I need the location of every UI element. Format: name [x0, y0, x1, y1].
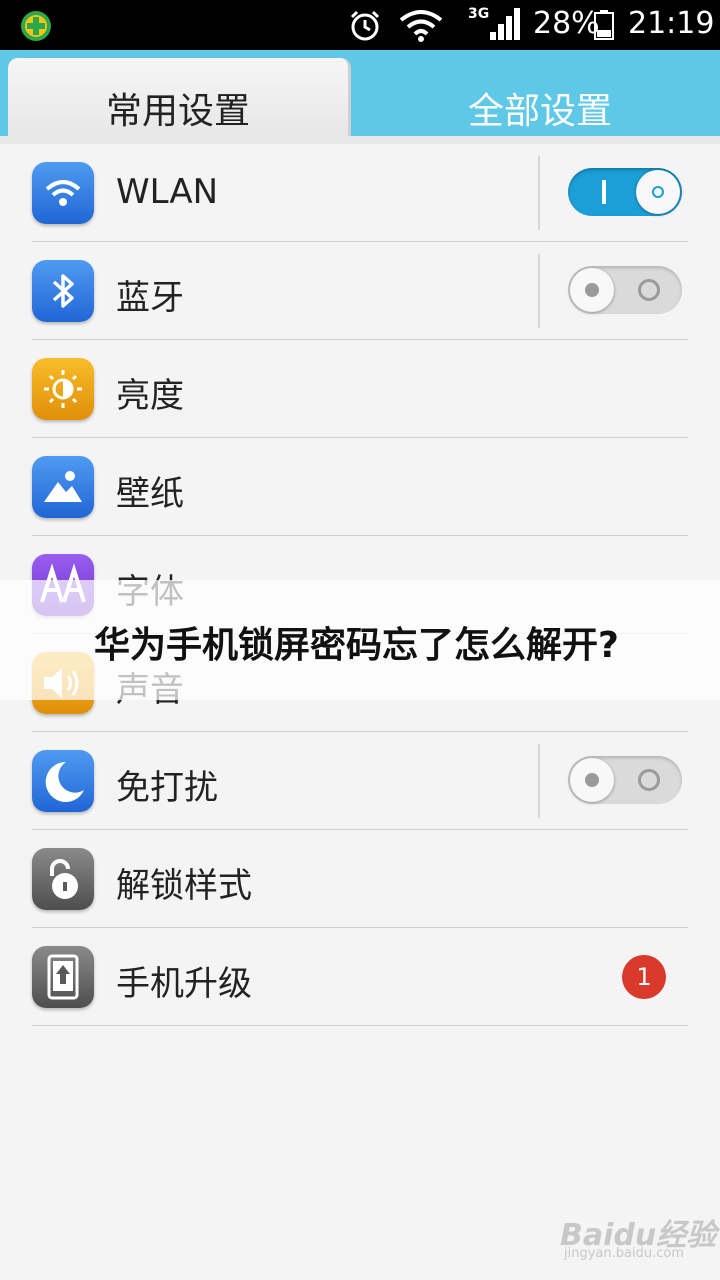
setting-label: WLAN [116, 172, 219, 212]
setting-brightness[interactable]: 亮度 [32, 340, 688, 438]
battery-percent: 28% [533, 6, 600, 41]
toggle-knob [570, 758, 614, 802]
setting-label: 蓝牙 [116, 278, 184, 318]
toggle-knob [570, 268, 614, 312]
setting-label: 壁纸 [116, 474, 184, 514]
setting-phone-upgrade[interactable]: 手机升级 1 [32, 928, 688, 1026]
app-plus-icon [21, 11, 51, 41]
toggle-knob [636, 170, 680, 214]
off-mark [638, 279, 660, 301]
update-badge: 1 [622, 955, 666, 999]
unlock-icon [32, 848, 94, 910]
tab-label: 全部设置 [467, 91, 612, 132]
alarm-icon [350, 10, 380, 41]
battery-icon [594, 10, 614, 40]
do-not-disturb-toggle[interactable] [568, 756, 682, 804]
off-mark [638, 769, 660, 791]
setting-wlan[interactable]: WLAN [32, 144, 688, 242]
bluetooth-toggle[interactable] [568, 266, 682, 314]
tab-label: 常用设置 [105, 91, 250, 132]
setting-label: 免打扰 [116, 768, 218, 808]
divider [538, 156, 540, 230]
setting-bluetooth[interactable]: 蓝牙 [32, 242, 688, 340]
wifi-icon [399, 10, 443, 42]
overlay-title: 华为手机锁屏密码忘了怎么解开? [94, 625, 619, 666]
on-mark [602, 180, 606, 204]
wifi-icon [32, 162, 94, 224]
upgrade-icon [32, 946, 94, 1008]
baidu-watermark: Baidu经验 jingyan.baidu.com [560, 1210, 716, 1261]
divider [538, 254, 540, 328]
divider [538, 744, 540, 818]
setting-label: 手机升级 [116, 964, 252, 1004]
signal-icon [490, 8, 520, 40]
setting-label: 亮度 [116, 376, 184, 416]
wallpaper-icon [32, 456, 94, 518]
tab-all-settings[interactable]: 全部设置 [360, 58, 720, 142]
brightness-icon [32, 358, 94, 420]
watermark-url: jingyan.baidu.com [564, 1246, 684, 1261]
wlan-toggle[interactable] [568, 168, 682, 216]
moon-icon [32, 750, 94, 812]
setting-unlock-style[interactable]: 解锁样式 [32, 830, 688, 928]
clock: 21:19 [628, 6, 715, 41]
status-bar: 3G 28% 21:19 [0, 0, 720, 50]
tab-divider [0, 136, 720, 144]
bluetooth-icon [32, 260, 94, 322]
setting-label: 解锁样式 [116, 866, 252, 906]
setting-do-not-disturb[interactable]: 免打扰 [32, 732, 688, 830]
setting-wallpaper[interactable]: 壁纸 [32, 438, 688, 536]
overlay-title-banner: 华为手机锁屏密码忘了怎么解开? [0, 580, 720, 700]
settings-tab-bar: 常用设置 全部设置 [0, 50, 720, 142]
tab-common-settings[interactable]: 常用设置 [8, 58, 351, 142]
